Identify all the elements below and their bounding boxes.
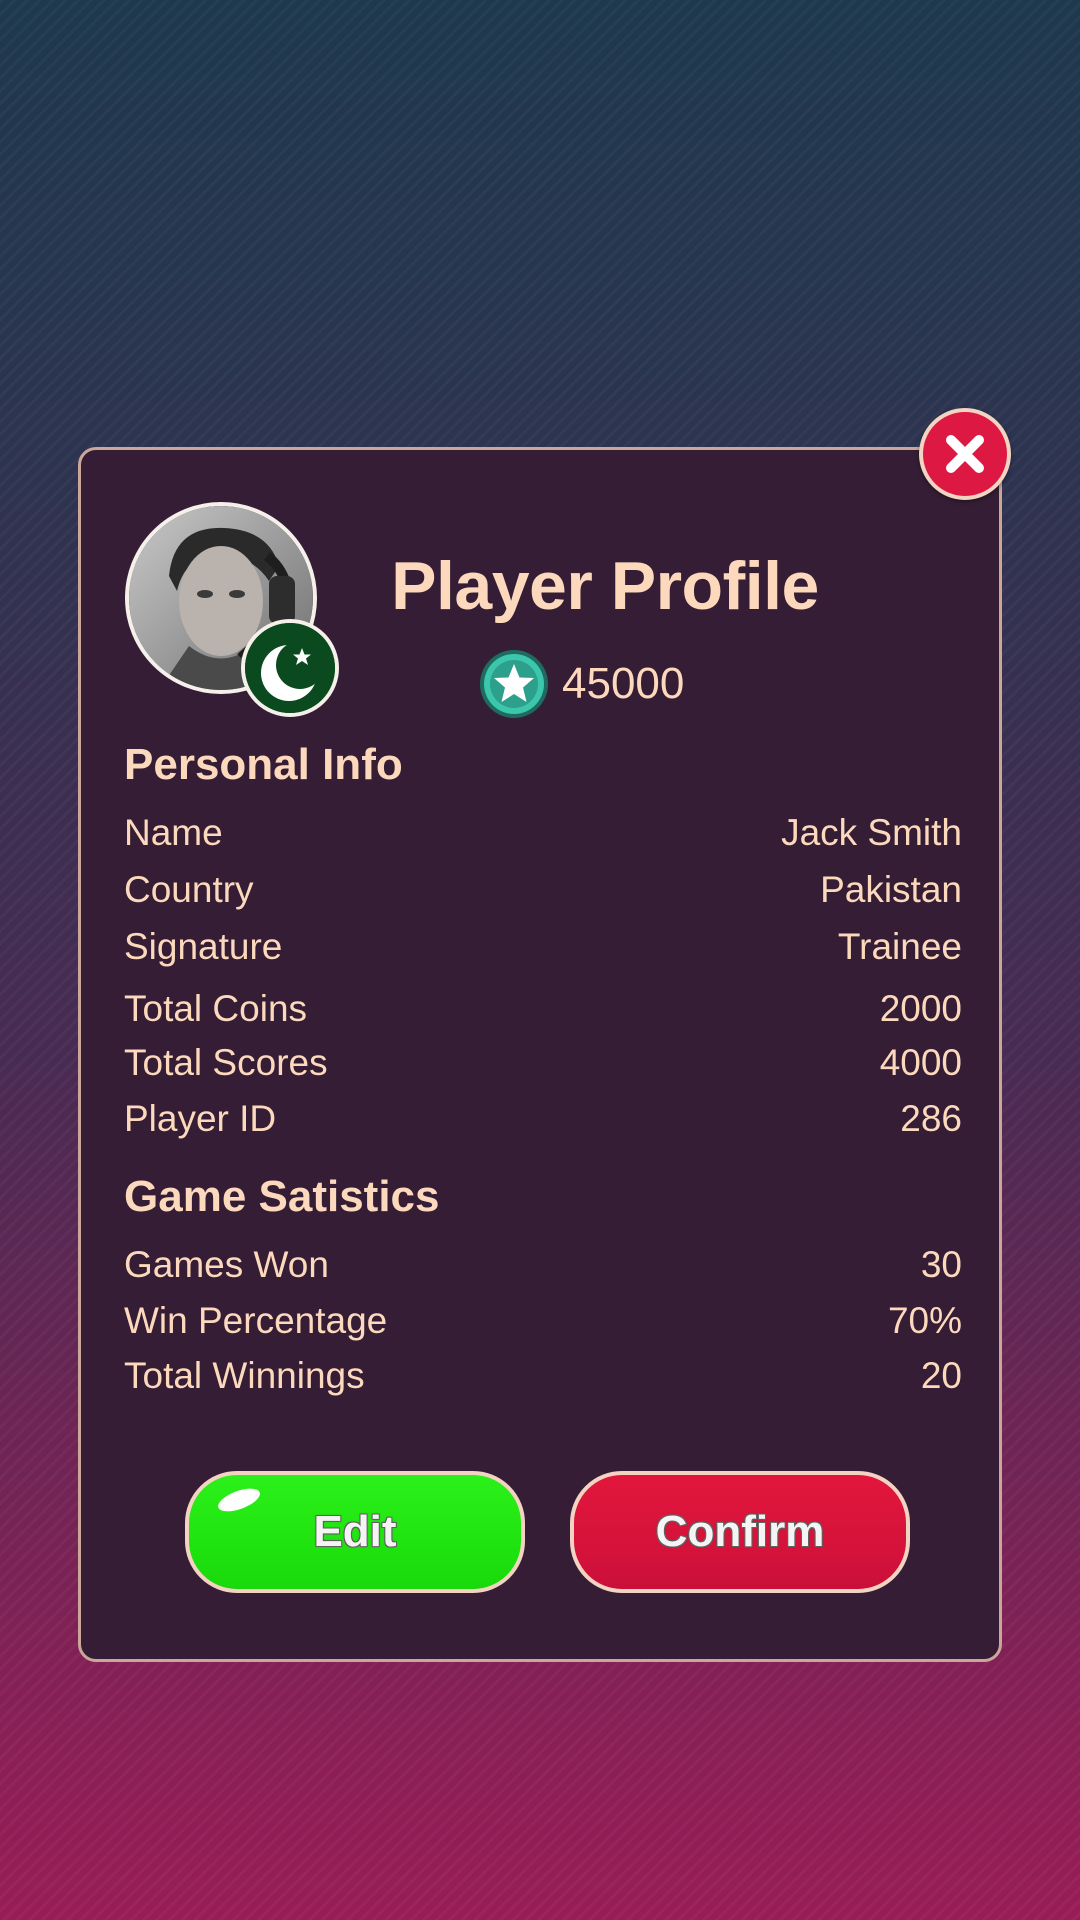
button-shine — [215, 1484, 263, 1516]
confirm-button-label: Confirm — [655, 1507, 825, 1556]
row-value: Jack Smith — [781, 812, 962, 853]
close-button[interactable] — [919, 408, 1011, 500]
row-value: 4000 — [879, 1042, 962, 1083]
row-label: Country — [124, 869, 254, 910]
close-icon — [946, 435, 984, 473]
row-value: 2000 — [879, 988, 962, 1029]
edit-button[interactable]: Edit — [185, 1471, 525, 1593]
score-value: 45000 — [562, 659, 685, 708]
info-row-player-id: Player ID 286 — [124, 1094, 962, 1144]
stat-row-games-won: Games Won 30 — [124, 1240, 962, 1290]
star-coin-icon — [480, 650, 548, 718]
info-row-total-coins: Total Coins 2000 — [124, 984, 962, 1034]
row-value: Trainee — [837, 926, 962, 967]
info-row-country: Country Pakistan — [124, 865, 962, 915]
row-value: Pakistan — [820, 869, 962, 910]
row-label: Total Winnings — [124, 1355, 365, 1396]
row-label: Total Coins — [124, 988, 308, 1029]
row-value: 30 — [920, 1244, 962, 1285]
row-label: Name — [124, 812, 223, 853]
stat-row-win-percentage: Win Percentage 70% — [124, 1296, 962, 1346]
info-row-total-scores: Total Scores 4000 — [124, 1038, 962, 1088]
page-title: Player Profile — [391, 548, 819, 624]
info-row-signature: Signature Trainee — [124, 922, 962, 972]
row-label: Signature — [124, 926, 283, 967]
crescent-star-icon — [245, 623, 335, 713]
info-row-name: Name Jack Smith — [124, 808, 962, 858]
row-value: 286 — [900, 1098, 962, 1139]
confirm-button[interactable]: Confirm — [570, 1471, 910, 1593]
row-value: 70% — [887, 1300, 962, 1341]
personal-info-heading: Personal Info — [124, 740, 403, 789]
game-statistics-heading: Game Satistics — [124, 1172, 440, 1221]
row-label: Win Percentage — [124, 1300, 388, 1341]
row-label: Player ID — [124, 1098, 277, 1139]
row-value: 20 — [920, 1355, 962, 1396]
row-label: Games Won — [124, 1244, 329, 1285]
stat-row-total-winnings: Total Winnings 20 — [124, 1351, 962, 1401]
edit-button-label: Edit — [313, 1507, 397, 1556]
country-flag-badge — [241, 619, 339, 717]
row-label: Total Scores — [124, 1042, 328, 1083]
